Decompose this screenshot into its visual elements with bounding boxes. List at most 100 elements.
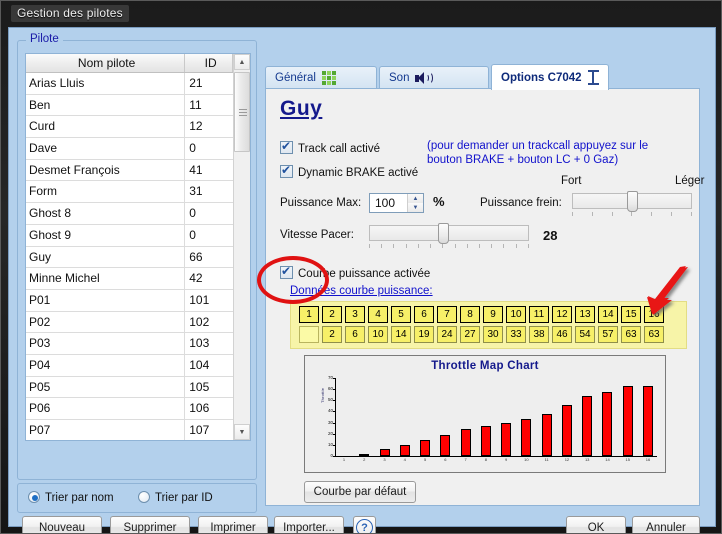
ok-button[interactable]: OK	[566, 516, 626, 533]
curve-value-cell[interactable]: 27	[460, 326, 480, 343]
radio-trier-par-nom[interactable]: Trier par nom	[28, 491, 114, 504]
curve-value-cell[interactable]: 30	[483, 326, 503, 343]
curve-header-cell[interactable]: 12	[552, 306, 572, 323]
table-row[interactable]: Form 31	[26, 181, 233, 204]
imprimer-button[interactable]: Imprimer	[198, 516, 268, 533]
table-row[interactable]: P06 106	[26, 398, 233, 420]
table-row[interactable]: P07 107	[26, 420, 233, 440]
track-call-checkbox[interactable]: Track call activé	[280, 139, 380, 155]
donnees-courbe-puissance-link[interactable]: Données courbe puissance:	[290, 285, 433, 297]
slider-thumb[interactable]	[437, 223, 449, 244]
curve-value-cell[interactable]: 10	[368, 326, 388, 343]
table-row[interactable]: P05 105	[26, 376, 233, 399]
scroll-down-arrow[interactable]: ▼	[234, 424, 250, 440]
curve-header-cell[interactable]: 11	[529, 306, 549, 323]
curve-header-cell[interactable]: 2	[322, 306, 342, 323]
curve-header-cell[interactable]: 6	[414, 306, 434, 323]
curve-value-cell[interactable]: 14	[391, 326, 411, 343]
column-header-name[interactable]: Nom pilote	[26, 54, 186, 72]
scroll-up-arrow[interactable]: ▲	[234, 54, 250, 70]
nouveau-button[interactable]: Nouveau	[22, 516, 102, 533]
radio-trier-par-id[interactable]: Trier par ID	[138, 491, 213, 504]
puissance-max-stepper[interactable]: 100 ▲ ▼	[369, 193, 424, 213]
table-row[interactable]: P04 104	[26, 354, 233, 377]
curve-data-value-row[interactable]: 2 6 10 14 19 24 27 30 33 38 46 54 57 63 63	[299, 326, 686, 343]
pilot-list[interactable]: Nom pilote ID Arias Lluis 21 Ben 11 Curd 12 Da…	[25, 53, 251, 441]
pilot-rows-container: Arias Lluis 21 Ben 11 Curd 12 Dave 0 Desmet Fran…	[26, 73, 233, 440]
dynamic-brake-label: Dynamic BRAKE activé	[298, 167, 419, 179]
pilot-id-cell: 101	[189, 292, 210, 307]
tab-options-c7042[interactable]: Options C7042	[491, 64, 609, 90]
curve-value-cell[interactable]: 54	[575, 326, 595, 343]
chart-x-tick-label: 10	[524, 457, 529, 462]
curve-header-cell[interactable]: 9	[483, 306, 503, 323]
curve-value-cell[interactable]: 19	[414, 326, 434, 343]
pilot-table[interactable]: Nom pilote ID Arias Lluis 21 Ben 11 Curd 12 Da…	[26, 54, 233, 440]
table-row[interactable]: P02 102	[26, 311, 233, 334]
table-row[interactable]: Ghost 80	[26, 203, 233, 225]
curve-header-cell[interactable]: 4	[368, 306, 388, 323]
column-header-id[interactable]: ID	[185, 54, 233, 72]
throttle-map-chart: Throttle Map Chart Throttle 0 10 20 30 40 50 6…	[304, 355, 666, 473]
curve-value-cell[interactable]: 63	[621, 326, 641, 343]
curve-value-cell[interactable]	[299, 326, 319, 343]
curve-value-cell[interactable]: 57	[598, 326, 618, 343]
courbe-par-defaut-button[interactable]: Courbe par défaut	[304, 481, 416, 503]
curve-header-cell[interactable]: 1	[299, 306, 319, 323]
tab-general[interactable]: Général	[265, 66, 377, 89]
curve-data-header-row: 1 2 3 4 5 6 7 8 9 10 11 12 13 14 15 16	[299, 306, 686, 323]
vitesse-pacer-slider[interactable]	[369, 223, 529, 249]
stepper-up-icon[interactable]: ▲	[408, 194, 423, 203]
table-row[interactable]: Guy 66	[26, 246, 233, 269]
curve-header-cell[interactable]: 8	[460, 306, 480, 323]
table-row[interactable]: Ben 11	[26, 94, 233, 117]
table-row[interactable]: Curd 12	[26, 116, 233, 139]
window-title: Gestion des pilotes	[11, 5, 129, 22]
slider-thumb[interactable]	[626, 191, 638, 212]
curve-value-cell[interactable]: 38	[529, 326, 549, 343]
table-row[interactable]: P03 103	[26, 333, 233, 355]
curve-header-cell[interactable]: 5	[391, 306, 411, 323]
scrollbar-thumb[interactable]	[234, 72, 250, 152]
tab-son[interactable]: Son	[379, 66, 489, 89]
chart-y-tick-label: 50	[327, 397, 333, 403]
chart-bar	[480, 426, 491, 456]
courbe-puissance-checkbox[interactable]: Courbe puissance activée	[280, 264, 430, 280]
puissance-max-value[interactable]: 100	[370, 196, 407, 210]
curve-header-cell[interactable]: 16	[644, 306, 664, 323]
curve-value-cell[interactable]: 6	[345, 326, 365, 343]
table-row[interactable]: Ghost 90	[26, 224, 233, 247]
curve-value-cell[interactable]: 24	[437, 326, 457, 343]
dynamic-brake-checkbox[interactable]: Dynamic BRAKE activé	[280, 163, 419, 179]
table-row[interactable]: P01 101	[26, 289, 233, 312]
importer-button[interactable]: Importer...	[274, 516, 344, 533]
chart-y-tick-label: 60	[327, 386, 333, 392]
curve-data-grid[interactable]: 1 2 3 4 5 6 7 8 9 10 11 12 13 14 15 16 2 6 10 14 19 24 27 30 33…	[290, 301, 687, 349]
curve-header-cell[interactable]: 15	[621, 306, 641, 323]
stepper-arrows[interactable]: ▲ ▼	[407, 194, 423, 212]
curve-value-cell[interactable]: 63	[644, 326, 664, 343]
table-row[interactable]: Desmet François 41	[26, 159, 233, 182]
puissance-frein-label: Puissance frein:	[480, 197, 562, 209]
curve-header-cell[interactable]: 7	[437, 306, 457, 323]
curve-header-cell[interactable]: 13	[575, 306, 595, 323]
curve-header-cell[interactable]: 10	[506, 306, 526, 323]
table-row[interactable]: Arias Lluis 21	[26, 73, 233, 95]
stepper-down-icon[interactable]: ▼	[408, 203, 423, 212]
curve-value-cell[interactable]: 2	[322, 326, 342, 343]
curve-value-cell[interactable]: 33	[506, 326, 526, 343]
supprimer-button[interactable]: Supprimer	[110, 516, 190, 533]
pilot-name-cell: Desmet François	[26, 159, 186, 181]
curve-value-cell[interactable]: 46	[552, 326, 572, 343]
pilot-name-cell: Minne Michel	[26, 268, 186, 289]
puissance-frein-slider[interactable]	[572, 191, 692, 217]
pilot-list-scrollbar[interactable]: ▲ ▼	[233, 54, 250, 440]
slider-track[interactable]	[369, 225, 529, 241]
curve-header-cell[interactable]: 3	[345, 306, 365, 323]
table-row[interactable]: Minne Michel 42	[26, 268, 233, 290]
cancel-button[interactable]: Annuler	[632, 516, 700, 533]
table-row[interactable]: Dave 0	[26, 138, 233, 160]
help-button[interactable]: ?	[353, 516, 376, 533]
chart-y-tick-label: 30	[327, 419, 333, 425]
curve-header-cell[interactable]: 14	[598, 306, 618, 323]
